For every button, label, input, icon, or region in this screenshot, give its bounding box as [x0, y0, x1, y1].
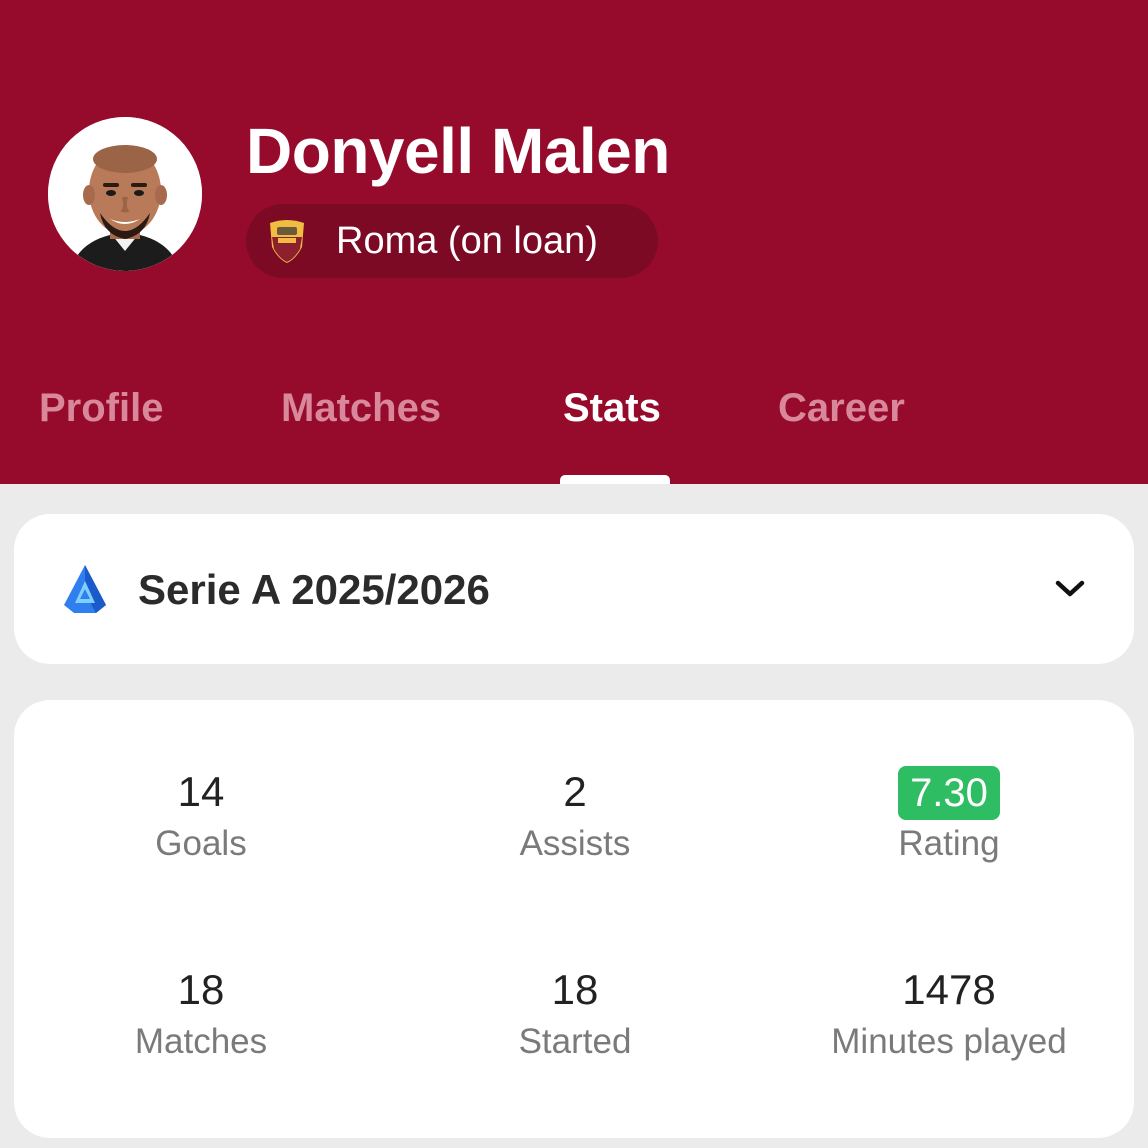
player-photo: [48, 117, 202, 271]
stat-value: 18: [551, 966, 599, 1013]
stat-value: 2: [563, 768, 587, 815]
stat-started: 18 Started: [388, 962, 762, 1062]
stat-minutes-played: 1478 Minutes played: [762, 962, 1136, 1062]
stat-assists: 2 Assists: [388, 764, 762, 864]
player-header: Donyell Malen Roma (on loan) Profile Mat…: [0, 0, 1148, 484]
stat-label: Goals: [155, 824, 247, 863]
stat-rating: 7.30 Rating: [762, 764, 1136, 864]
active-tab-indicator: [560, 475, 670, 484]
tab-career[interactable]: Career: [778, 386, 905, 431]
stats-card: 14 Goals 2 Assists 7.30 Rating 18 Matche…: [14, 700, 1134, 1138]
stat-label: Rating: [898, 824, 1000, 863]
tab-stats[interactable]: Stats: [563, 386, 661, 431]
roma-crest-icon: [270, 220, 304, 263]
serie-a-icon: [64, 565, 106, 613]
player-avatar: [48, 117, 202, 271]
league-name: Serie A 2025/2026: [138, 566, 490, 613]
rating-badge: 7.30: [898, 766, 1000, 820]
team-chip[interactable]: Roma (on loan): [246, 204, 658, 278]
stat-value: 14: [177, 768, 225, 815]
stat-label: Minutes played: [831, 1022, 1067, 1061]
league-selector[interactable]: Serie A 2025/2026: [14, 514, 1134, 664]
stat-value: 1478: [902, 966, 996, 1013]
tab-matches[interactable]: Matches: [281, 386, 441, 431]
stat-value: 18: [177, 966, 225, 1013]
stat-label: Matches: [134, 1022, 268, 1061]
tab-profile[interactable]: Profile: [39, 386, 163, 431]
team-name: Roma (on loan): [336, 220, 598, 262]
stat-matches: 18 Matches: [14, 962, 388, 1062]
chevron-down-icon[interactable]: [1054, 578, 1086, 600]
player-name: Donyell Malen: [246, 115, 670, 187]
stat-label: Started: [518, 1022, 632, 1061]
stat-label: Assists: [519, 824, 631, 863]
stat-goals: 14 Goals: [14, 764, 388, 864]
tab-bar: Profile Matches Stats Career: [0, 380, 1148, 484]
